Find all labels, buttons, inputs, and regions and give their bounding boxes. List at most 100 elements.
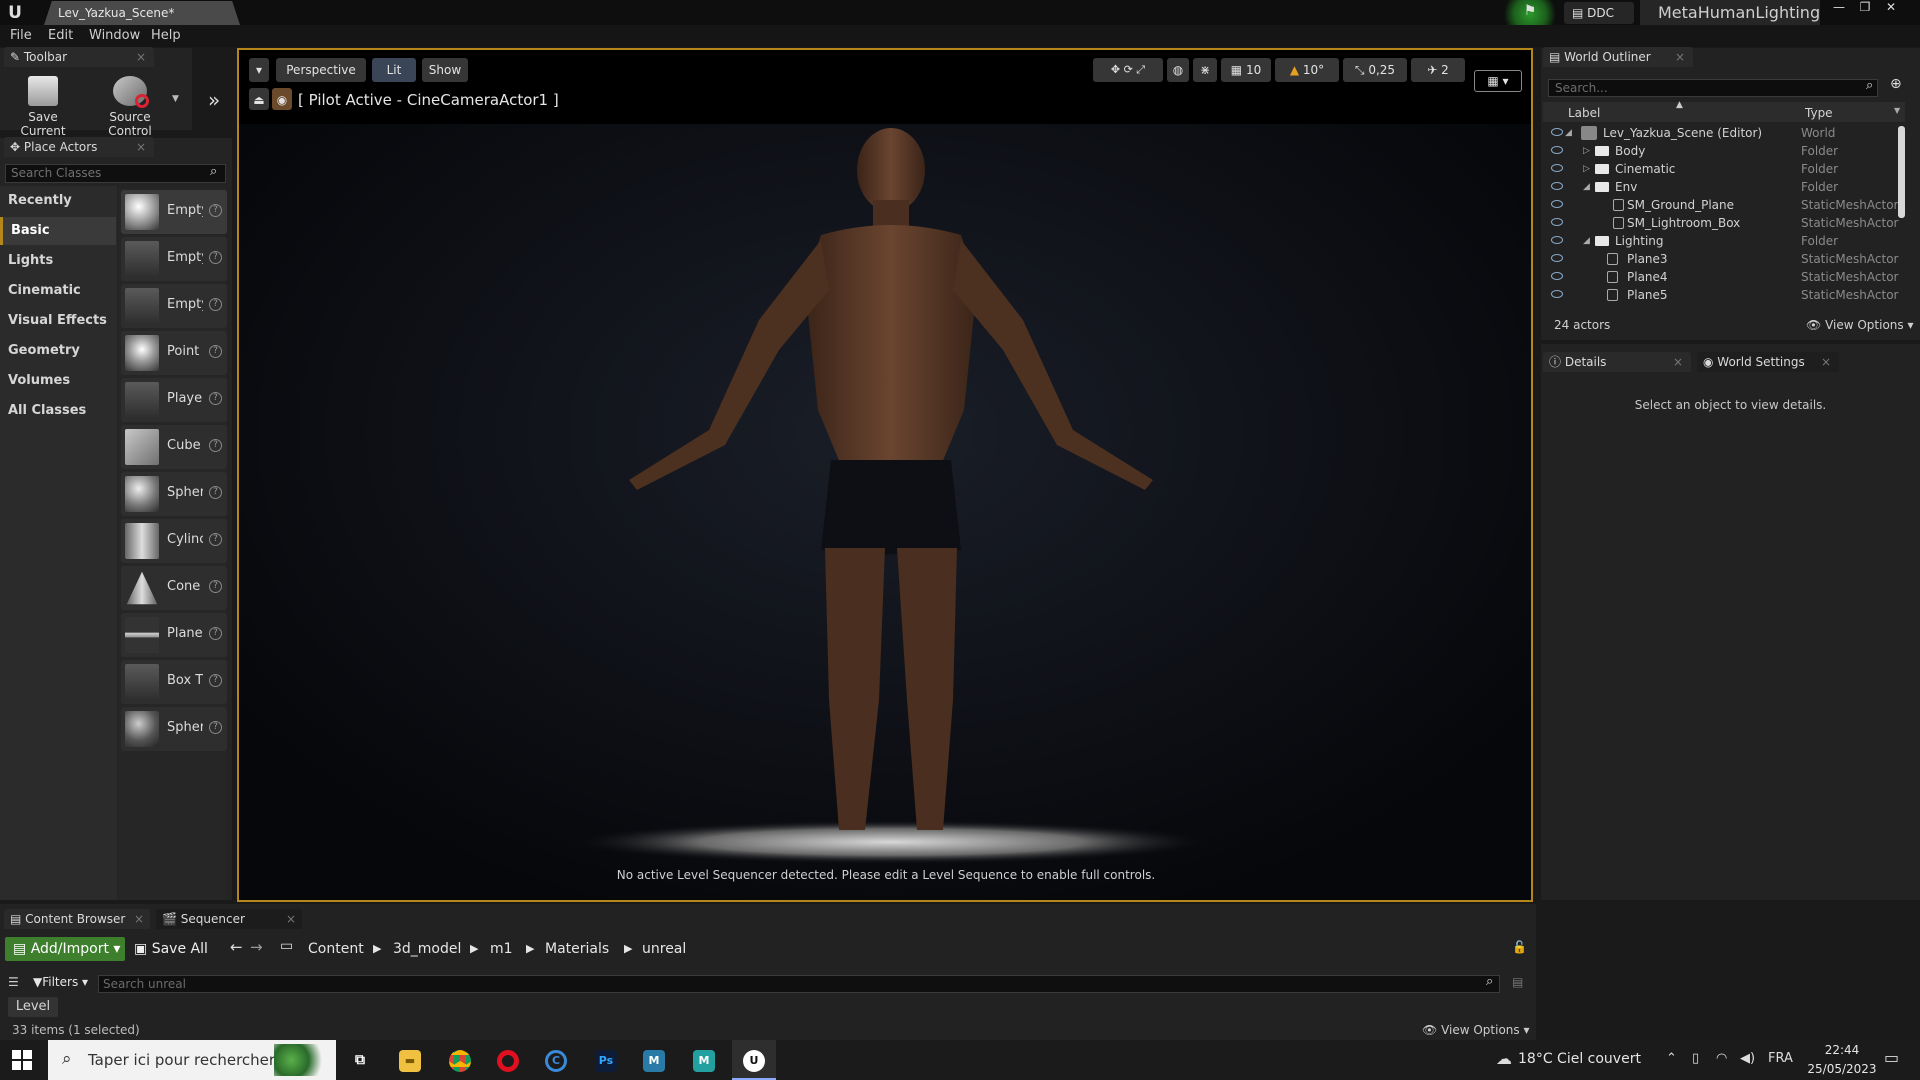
source-control-button[interactable]: Source Control [86, 74, 174, 138]
world-outliner-tab[interactable]: ▤ World Outliner × [1543, 47, 1693, 67]
lit-button[interactable]: Lit [372, 58, 416, 82]
details-tab[interactable]: ⓘ Details × [1543, 352, 1691, 372]
visibility-icon[interactable] [1551, 164, 1563, 172]
visibility-icon[interactable] [1551, 236, 1563, 244]
level-document-tab[interactable]: Lev_Yazkua_Scene* [44, 1, 240, 25]
rotation-snap-button[interactable]: ▲ 10° [1275, 58, 1339, 82]
filters-button[interactable]: ▼Filters ▾ [33, 975, 88, 989]
opera-icon[interactable] [486, 1040, 530, 1080]
category-cinematic[interactable]: Cinematic [0, 277, 116, 305]
category-visual-effects[interactable]: Visual Effects [0, 307, 116, 335]
actor-item[interactable]: Spher? [121, 472, 227, 516]
folder-browse-icon[interactable]: ▭ [280, 938, 293, 954]
chrome-icon[interactable] [438, 1040, 482, 1080]
outliner-row[interactable]: ◢ Lev_Yazkua_Scene (Editor) World [1543, 124, 1905, 142]
breadcrumb-unreal[interactable]: unreal [642, 938, 686, 960]
tab-close-icon[interactable]: × [134, 909, 144, 929]
task-view-icon[interactable]: ⧉ [338, 1040, 382, 1080]
weather-icon[interactable]: ☁ [1496, 1049, 1512, 1068]
tab-close-icon[interactable]: × [136, 47, 146, 67]
breadcrumb-content[interactable]: Content [308, 938, 364, 960]
level-filter-chip[interactable]: Level [8, 997, 58, 1017]
actor-item[interactable]: Plane? [121, 613, 227, 657]
add-filter-icon[interactable]: ⊕ [1890, 76, 1902, 92]
outliner-row[interactable]: ▷ Cinematic Folder [1543, 160, 1905, 178]
collapse-arrow-icon[interactable]: ◢ [1583, 232, 1590, 250]
search-classes-input[interactable]: Search Classes [5, 164, 226, 183]
eject-pilot-icon[interactable]: ⏏ [249, 88, 269, 110]
collapse-arrow-icon[interactable]: ◢ [1565, 124, 1572, 142]
outliner-row[interactable]: SM_Ground_Plane StaticMeshActor [1543, 196, 1905, 214]
category-basic[interactable]: Basic [0, 217, 116, 245]
help-icon[interactable]: ? [209, 580, 222, 593]
menu-file[interactable]: File [10, 25, 32, 47]
help-icon[interactable]: ? [209, 298, 222, 311]
ccleaner-icon[interactable]: C [534, 1040, 578, 1080]
actor-item[interactable]: Playe? [121, 378, 227, 422]
outliner-row[interactable]: ◢ Lighting Folder [1543, 232, 1905, 250]
actor-item[interactable]: Cube? [121, 425, 227, 469]
tab-close-icon[interactable]: × [1675, 47, 1685, 67]
help-icon[interactable]: ? [209, 392, 222, 405]
world-settings-tab[interactable]: ◉ World Settings × [1697, 352, 1839, 372]
grid-snap-button[interactable]: ▦ 10 [1221, 58, 1271, 82]
visibility-icon[interactable] [1551, 272, 1563, 280]
notifications-icon[interactable]: ▭ [1884, 1048, 1899, 1067]
category-recently-placed[interactable]: Recently Placed [0, 187, 116, 236]
toolbar-expand-icon[interactable]: » [208, 88, 220, 112]
feedback-icon[interactable]: ⚑ [1520, 3, 1540, 21]
outliner-view-options[interactable]: 👁 View Options ▾ [1806, 318, 1914, 332]
wifi-icon[interactable]: ◠ [1716, 1051, 1727, 1066]
content-search-input[interactable]: Search unreal [98, 975, 1500, 993]
help-icon[interactable]: ? [209, 674, 222, 687]
viewport-layout-icon[interactable]: ▦ ▾ [1474, 70, 1522, 92]
expand-arrow-icon[interactable]: ▷ [1583, 160, 1590, 178]
actor-item[interactable]: Empty? [121, 190, 227, 234]
outliner-scrollbar[interactable] [1898, 126, 1905, 218]
transform-tools[interactable]: ✥ ⟳ ⤢ [1093, 58, 1163, 82]
tray-overflow-icon[interactable]: ⌃ [1666, 1051, 1677, 1066]
actor-item[interactable]: Cone? [121, 566, 227, 610]
menu-edit[interactable]: Edit [48, 25, 73, 47]
file-explorer-icon[interactable]: ▬ [388, 1040, 432, 1080]
tab-close-icon[interactable]: × [286, 909, 296, 929]
visibility-icon[interactable] [1551, 182, 1563, 190]
camera-actor-icon[interactable]: ◉ [272, 88, 292, 110]
help-icon[interactable]: ? [209, 627, 222, 640]
expand-arrow-icon[interactable]: ▷ [1583, 142, 1590, 160]
help-icon[interactable]: ? [209, 204, 222, 217]
camera-speed-button[interactable]: ✈ 2 [1411, 58, 1465, 82]
column-dropdown-icon[interactable]: ▼ [1894, 106, 1900, 115]
visibility-icon[interactable] [1551, 254, 1563, 262]
visibility-icon[interactable] [1551, 218, 1563, 226]
volume-icon[interactable]: ◀) [1740, 1051, 1755, 1066]
metahuman-icon[interactable]: M [632, 1040, 676, 1080]
visibility-icon[interactable] [1551, 290, 1563, 298]
category-geometry[interactable]: Geometry [0, 337, 116, 365]
sources-toggle-icon[interactable]: ☰ [8, 975, 19, 989]
tab-close-icon[interactable]: × [1673, 352, 1683, 372]
back-arrow-icon[interactable]: ← [230, 938, 243, 956]
lock-icon[interactable]: 🔓 [1512, 940, 1527, 954]
clock-time[interactable]: 22:44 [1808, 1043, 1876, 1057]
minimize-icon[interactable]: — [1828, 0, 1850, 16]
actor-item[interactable]: Empty? [121, 284, 227, 328]
menu-window[interactable]: Window [89, 25, 140, 47]
save-current-button[interactable]: Save Current [4, 74, 82, 138]
level-viewport[interactable] [237, 48, 1533, 902]
category-lights[interactable]: Lights [0, 247, 116, 275]
actor-item[interactable]: Point? [121, 331, 227, 375]
perspective-button[interactable]: Perspective [276, 58, 366, 82]
label-column-header[interactable]: Label [1568, 104, 1600, 122]
language-indicator[interactable]: FRA [1768, 1051, 1793, 1066]
help-icon[interactable]: ? [209, 533, 222, 546]
scale-snap-button[interactable]: ⤡ 0,25 [1343, 58, 1407, 82]
visibility-icon[interactable] [1551, 146, 1563, 154]
help-icon[interactable]: ? [209, 251, 222, 264]
actor-item[interactable]: Spher? [121, 707, 227, 751]
breadcrumb-separator-icon[interactable]: ▶ [373, 938, 381, 960]
world-local-icon[interactable]: ◍ [1167, 58, 1189, 82]
tab-close-icon[interactable]: × [136, 137, 146, 157]
show-button[interactable]: Show [422, 58, 468, 82]
viewport-options-dropdown[interactable]: ▾ [249, 58, 269, 82]
